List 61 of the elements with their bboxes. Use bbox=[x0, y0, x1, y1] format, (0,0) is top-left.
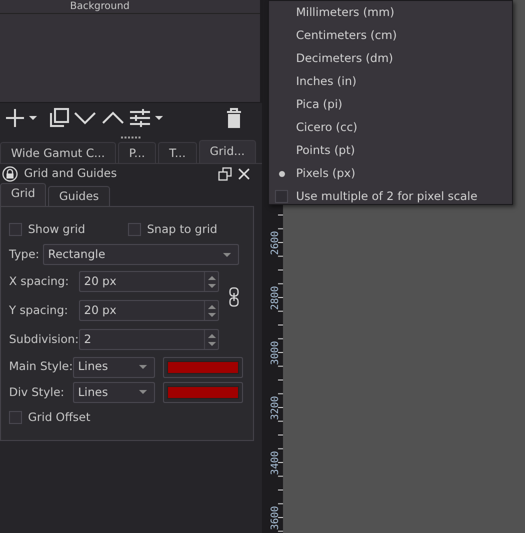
sliders-icon[interactable] bbox=[128, 107, 152, 129]
color-swatch[interactable] bbox=[163, 382, 243, 403]
lock-icon[interactable] bbox=[2, 166, 18, 182]
checkbox[interactable] bbox=[9, 410, 22, 424]
spin-field[interactable]: 2 bbox=[79, 329, 219, 350]
panel-title: Grid and Guides bbox=[24, 164, 117, 182]
menu-item[interactable]: Inches (in) bbox=[269, 70, 512, 93]
field-label: Div Style: bbox=[9, 384, 66, 401]
spin-field[interactable]: 20 px bbox=[79, 271, 219, 292]
close-icon[interactable] bbox=[238, 168, 250, 180]
checkbox[interactable] bbox=[128, 223, 141, 236]
menu-item[interactable]: Centimeters (cm) bbox=[269, 24, 512, 47]
field-label: Y spacing: bbox=[9, 302, 69, 320]
menu-item[interactable]: Decimeters (dm) bbox=[269, 47, 512, 70]
duplicate-icon[interactable] bbox=[48, 107, 70, 129]
docker-tab[interactable]: Wide Gamut C... bbox=[0, 142, 116, 163]
add-icon[interactable] bbox=[4, 107, 26, 129]
caret-icon bbox=[138, 364, 148, 370]
field-label: X spacing: bbox=[9, 273, 70, 290]
chain-icon[interactable] bbox=[229, 286, 239, 307]
style-dropdown[interactable]: Lines bbox=[73, 382, 155, 403]
checkbox-label: Show grid bbox=[28, 220, 86, 238]
spin-field[interactable]: 20 px bbox=[79, 300, 219, 322]
grip-icon[interactable] bbox=[121, 136, 141, 138]
menu-item[interactable]: Points (pt) bbox=[269, 139, 512, 162]
field-label: Type: bbox=[9, 246, 40, 264]
docker-tab[interactable]: T... bbox=[158, 142, 197, 163]
caret-icon[interactable] bbox=[28, 115, 38, 121]
ruler-label: 2800 bbox=[270, 286, 281, 310]
docker-tab[interactable]: Grid... bbox=[198, 140, 256, 163]
ruler-label: 3600 bbox=[270, 506, 281, 530]
ruler-label: 3200 bbox=[270, 396, 281, 420]
ruler-label: 2600 bbox=[270, 230, 281, 256]
layer-name[interactable]: Background bbox=[70, 2, 130, 12]
menu-item[interactable]: Millimeters (mm) bbox=[269, 1, 512, 24]
float-icon[interactable] bbox=[218, 166, 232, 180]
spin-arrows-icon[interactable] bbox=[208, 274, 216, 289]
spin-arrows-icon[interactable] bbox=[208, 332, 216, 347]
field-label: Main Style: bbox=[9, 358, 73, 376]
ruler-label: 3400 bbox=[270, 450, 281, 476]
style-dropdown[interactable]: Lines bbox=[73, 356, 155, 378]
menu-item[interactable]: Pica (pi) bbox=[269, 93, 512, 116]
checkbox[interactable] bbox=[9, 223, 22, 236]
menu-item[interactable]: Cicero (cc) bbox=[269, 116, 512, 139]
spin-arrows-icon[interactable] bbox=[208, 304, 216, 318]
menu-item[interactable]: Pixels (px) bbox=[269, 162, 512, 185]
checkbox[interactable] bbox=[275, 190, 288, 203]
type-dropdown[interactable]: Rectangle bbox=[43, 244, 239, 266]
color-swatch[interactable] bbox=[163, 356, 243, 378]
menu-item[interactable]: Use multiple of 2 for pixel scale bbox=[296, 188, 478, 206]
ruler-label: 3000 bbox=[270, 340, 281, 366]
grid-tab[interactable]: Guides bbox=[48, 186, 110, 206]
caret-icon bbox=[138, 389, 148, 396]
trash-icon[interactable] bbox=[224, 107, 244, 129]
caret-icon[interactable] bbox=[154, 115, 164, 121]
caret-icon bbox=[222, 252, 232, 258]
field-label: Subdivision: bbox=[9, 331, 79, 348]
docker-tab[interactable]: P... bbox=[118, 142, 156, 163]
checkbox-label: Grid Offset bbox=[28, 408, 90, 426]
grid-tab[interactable]: Grid bbox=[0, 183, 46, 206]
checkbox-label: Snap to grid bbox=[147, 220, 218, 238]
